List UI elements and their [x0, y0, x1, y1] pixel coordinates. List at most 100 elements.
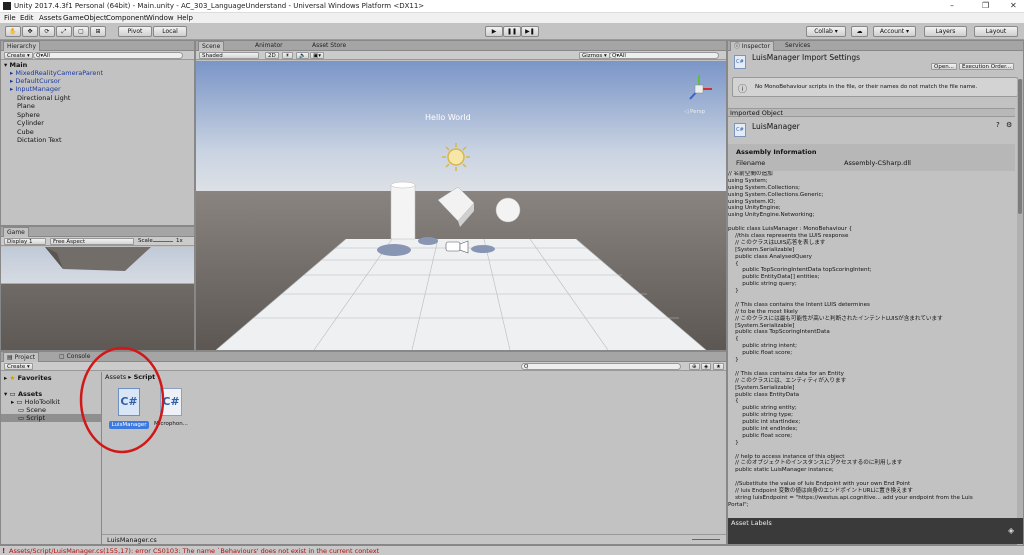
persp-label[interactable]: ◁ Persp: [684, 109, 705, 115]
rect-tool-icon[interactable]: ▢: [73, 26, 89, 37]
play-button[interactable]: ▶: [485, 26, 503, 37]
menu-assets[interactable]: Assets: [39, 14, 62, 22]
lighting-toggle-icon[interactable]: ☀: [282, 52, 293, 59]
menu-component[interactable]: Component: [106, 14, 147, 22]
shading-dropdown[interactable]: Shaded: [199, 52, 259, 59]
pivot-toggle[interactable]: Pivot: [118, 26, 152, 37]
game-viewport[interactable]: [1, 247, 194, 350]
maximize-button[interactable]: ❐: [982, 1, 989, 10]
layers-dropdown[interactable]: Layers: [924, 26, 967, 37]
effects-toggle-icon[interactable]: ▣▾: [310, 52, 324, 59]
menu-edit[interactable]: Edit: [20, 14, 34, 22]
hierarchy-item[interactable]: Plane: [17, 102, 35, 110]
execution-order-button[interactable]: Execution Order...: [959, 63, 1015, 70]
hierarchy-item[interactable]: ▸ DefaultCursor: [10, 77, 60, 85]
scale-slider[interactable]: [153, 241, 173, 242]
unity-logo-icon: [3, 2, 11, 10]
code-line: using UnityEngine.Networking;: [728, 212, 815, 219]
tab-asset-store[interactable]: Asset Store: [309, 41, 349, 51]
scale-tool-icon[interactable]: ⤢: [56, 26, 72, 37]
step-button[interactable]: ▶❚: [521, 26, 539, 37]
project-create-button[interactable]: Create ▾: [4, 363, 33, 370]
inspector-scrollbar[interactable]: [1017, 79, 1023, 553]
cloud-icon[interactable]: ☁: [851, 26, 868, 37]
project-search-input[interactable]: Q: [521, 363, 681, 370]
close-button[interactable]: ✕: [1010, 1, 1017, 10]
code-line: string luisEndpoint = "https://westus.ap…: [728, 494, 973, 501]
code-line: [System.Serializable]: [728, 322, 795, 329]
transform-tool-icon[interactable]: ⊞: [90, 26, 106, 37]
tab-inspector[interactable]: ⓘ Inspector: [730, 41, 774, 51]
tab-services[interactable]: Services: [782, 41, 813, 51]
label-tag-icon[interactable]: ◈: [1008, 526, 1014, 535]
tab-hierarchy[interactable]: Hierarchy: [3, 41, 41, 51]
tab-game[interactable]: Game: [3, 227, 29, 237]
local-toggle[interactable]: Local: [153, 26, 187, 37]
code-line: }: [728, 439, 739, 446]
hierarchy-item[interactable]: Directional Light: [17, 94, 70, 102]
hierarchy-item[interactable]: ▸ MixedRealityCameraParent: [10, 69, 103, 77]
code-line: }: [728, 357, 739, 364]
scene-viewport[interactable]: Hello World ◁ Persp: [196, 61, 726, 350]
hierarchy-item[interactable]: Cylinder: [17, 119, 44, 127]
scrollbar-thumb[interactable]: [1018, 79, 1022, 214]
favorite-star-icon[interactable]: ★: [713, 363, 724, 370]
scene-search-input[interactable]: Q▾All: [609, 52, 719, 59]
pause-button[interactable]: ❚❚: [503, 26, 521, 37]
icon-size-slider[interactable]: [692, 539, 720, 540]
tab-scene[interactable]: Scene: [198, 41, 225, 51]
open-button[interactable]: Open...: [931, 63, 957, 70]
menu-file[interactable]: File: [4, 14, 16, 22]
code-line: public int endIndex;: [728, 425, 798, 432]
folder-icon: ▭: [9, 390, 16, 398]
code-line: // このクラスには、エンティティが入ります: [728, 377, 847, 384]
hand-tool-icon[interactable]: ✋: [5, 26, 21, 37]
help-icon[interactable]: ?: [996, 121, 1000, 129]
hierarchy-item[interactable]: ▸ InputManager: [10, 85, 61, 93]
hierarchy-item[interactable]: Cube: [17, 128, 34, 136]
assets-folder[interactable]: ▾ ▭ Assets: [4, 390, 42, 398]
hierarchy-create-button[interactable]: Create ▾: [4, 52, 33, 59]
code-line: public TopScoringIntentData topScoringIn…: [728, 267, 872, 274]
code-line: //Substitute the value of luis Endpoint …: [728, 481, 911, 488]
asset-labels-bar: Asset Labels ◈: [728, 518, 1023, 544]
tab-animator[interactable]: Animator: [252, 41, 286, 51]
code-line: public static LuisManager instance;: [728, 467, 834, 474]
scene-root-main[interactable]: ▾ Main: [4, 61, 27, 69]
code-line: public class EntityData: [728, 391, 800, 398]
gizmos-dropdown[interactable]: Gizmos ▾: [579, 52, 610, 59]
minimize-button[interactable]: –: [950, 1, 954, 10]
favorites-folder[interactable]: ▸ ★ Favorites: [4, 374, 52, 382]
2d-toggle[interactable]: 2D: [265, 52, 279, 59]
code-line: public string entity;: [728, 405, 797, 412]
code-line: // luis Endpoint 変数の値は自身のエンドポイントURLに置き換え…: [728, 487, 913, 494]
menu-window[interactable]: Window: [146, 14, 174, 22]
account-dropdown[interactable]: Account ▾: [873, 26, 916, 37]
script-asset-icon: C#: [734, 55, 746, 69]
hierarchy-search-input[interactable]: Q▾All: [33, 52, 183, 59]
game-cube-shape: [45, 247, 151, 271]
console-error-message[interactable]: Assets/Script/LuisManager.cs(155,17): er…: [9, 547, 379, 555]
display-dropdown[interactable]: Display 1: [4, 238, 46, 245]
menu-help[interactable]: Help: [177, 14, 193, 22]
aspect-dropdown[interactable]: Free Aspect: [50, 238, 134, 245]
code-line: // to be the most likely: [728, 308, 798, 315]
title-bar: Unity 2017.4.3f1 Personal (64bit) - Main…: [0, 0, 1024, 13]
collab-dropdown[interactable]: Collab ▾: [806, 26, 846, 37]
layout-dropdown[interactable]: Layout: [974, 26, 1018, 37]
hierarchy-item[interactable]: Dictation Text: [17, 136, 62, 144]
settings-gear-icon[interactable]: ⚙: [1006, 121, 1012, 129]
console-status-bar[interactable]: ! Assets/Script/LuisManager.cs(155,17): …: [0, 545, 1024, 555]
hierarchy-item[interactable]: Sphere: [17, 111, 40, 119]
menu-gameobject[interactable]: GameObject: [63, 14, 107, 22]
project-panel: ▤ Project ▢ Console Create ▾ Q ⊕ ◈ ★ ▸ ★…: [0, 346, 727, 545]
tab-project[interactable]: ▤ Project: [3, 352, 40, 362]
filter-label-icon[interactable]: ◈: [701, 363, 712, 370]
move-tool-icon[interactable]: ✥: [22, 26, 38, 37]
folder-scene[interactable]: ▭ Scene: [18, 406, 46, 414]
folder-holotoolkit[interactable]: ▸ ▭ HoloToolkit: [11, 398, 60, 406]
audio-toggle-icon[interactable]: 🔈: [296, 52, 309, 59]
filter-type-icon[interactable]: ⊕: [689, 363, 700, 370]
rotate-tool-icon[interactable]: ⟳: [39, 26, 55, 37]
